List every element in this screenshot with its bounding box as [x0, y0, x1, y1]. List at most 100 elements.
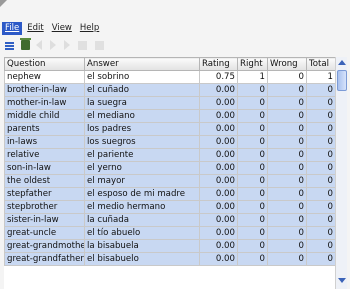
scroll-up-icon[interactable]	[338, 60, 346, 65]
table-cell-question[interactable]: nephew	[4, 70, 85, 84]
table-cell-right[interactable]: 0	[237, 239, 268, 253]
table-cell-wrong[interactable]: 0	[267, 83, 307, 97]
table-cell-right[interactable]: 0	[237, 174, 268, 188]
table-cell-rating[interactable]: 0.00	[199, 239, 238, 253]
column-header-wrong[interactable]: Wrong	[267, 57, 307, 71]
table-cell-answer[interactable]: el sobrino	[84, 70, 200, 84]
menu-file[interactable]: File	[2, 21, 23, 35]
table-cell-answer[interactable]: el mediano	[84, 109, 200, 123]
scroll-down-icon[interactable]	[338, 278, 346, 283]
table-cell-question[interactable]: stepfather	[4, 187, 85, 201]
table-cell-total[interactable]: 0	[306, 83, 336, 97]
table-cell-rating[interactable]: 0.00	[199, 174, 238, 188]
table-row[interactable]: in-laws los suegros 0.00 0 0 0	[4, 135, 336, 149]
table-cell-right[interactable]: 0	[237, 96, 268, 110]
table-row[interactable]: nephew el sobrino 0.75 1 0 1	[4, 70, 336, 84]
table-cell-answer[interactable]: el mayor	[84, 174, 200, 188]
table-row[interactable]: son-in-law el yerno 0.00 0 0 0	[4, 161, 336, 175]
table-cell-rating[interactable]: 0.00	[199, 122, 238, 136]
column-header-question[interactable]: Question	[4, 57, 85, 71]
table-cell-wrong[interactable]: 0	[267, 135, 307, 149]
table-cell-rating[interactable]: 0.00	[199, 187, 238, 201]
table-cell-right[interactable]: 0	[237, 83, 268, 97]
table-cell-right[interactable]: 0	[237, 109, 268, 123]
table-cell-answer[interactable]: la bisabuela	[84, 239, 200, 253]
column-header-right[interactable]: Right	[237, 57, 268, 71]
table-cell-total[interactable]: 0	[306, 135, 336, 149]
table-cell-rating[interactable]: 0.00	[199, 161, 238, 175]
table-cell-rating[interactable]: 0.00	[199, 252, 238, 266]
table-cell-right[interactable]: 1	[237, 70, 268, 84]
trash-icon[interactable]	[20, 38, 31, 50]
table-cell-wrong[interactable]: 0	[267, 161, 307, 175]
table-cell-answer[interactable]: el tío abuelo	[84, 226, 200, 240]
table-row[interactable]: relative el pariente 0.00 0 0 0	[4, 148, 336, 162]
table-cell-answer[interactable]: la cuñada	[84, 213, 200, 227]
table-cell-right[interactable]: 0	[237, 213, 268, 227]
table-cell-answer[interactable]: los suegros	[84, 135, 200, 149]
column-header-answer[interactable]: Answer	[84, 57, 200, 71]
table-cell-rating[interactable]: 0.75	[199, 70, 238, 84]
menu-view[interactable]: View	[49, 22, 75, 35]
table-row[interactable]: stepbrother el medio hermano 0.00 0 0 0	[4, 200, 336, 214]
table-cell-question[interactable]: middle child	[4, 109, 85, 123]
table-cell-wrong[interactable]: 0	[267, 122, 307, 136]
table-cell-right[interactable]: 0	[237, 226, 268, 240]
table-cell-answer[interactable]: los padres	[84, 122, 200, 136]
table-cell-wrong[interactable]: 0	[267, 109, 307, 123]
table-cell-question[interactable]: stepbrother	[4, 200, 85, 214]
table-cell-total[interactable]: 0	[306, 200, 336, 214]
table-cell-total[interactable]: 0	[306, 239, 336, 253]
table-cell-total[interactable]: 0	[306, 122, 336, 136]
table-cell-wrong[interactable]: 0	[267, 148, 307, 162]
menu-help[interactable]: Help	[77, 22, 102, 35]
table-cell-rating[interactable]: 0.00	[199, 148, 238, 162]
table-row[interactable]: sister-in-law la cuñada 0.00 0 0 0	[4, 213, 336, 227]
table-cell-question[interactable]: great-grandfather	[4, 252, 85, 266]
table-cell-question[interactable]: son-in-law	[4, 161, 85, 175]
table-cell-total[interactable]: 0	[306, 96, 336, 110]
table-cell-question[interactable]: mother-in-law	[4, 96, 85, 110]
table-cell-total[interactable]: 0	[306, 148, 336, 162]
table-cell-answer[interactable]: el yerno	[84, 161, 200, 175]
table-cell-total[interactable]: 0	[306, 161, 336, 175]
table-row[interactable]: great-grandfather el bisabuelo 0.00 0 0 0	[4, 252, 336, 266]
table-cell-total[interactable]: 0	[306, 109, 336, 123]
table-cell-wrong[interactable]: 0	[267, 187, 307, 201]
table-cell-question[interactable]: sister-in-law	[4, 213, 85, 227]
table-cell-answer[interactable]: el bisabuelo	[84, 252, 200, 266]
list-icon[interactable]	[4, 40, 15, 51]
table-cell-answer[interactable]: el medio hermano	[84, 200, 200, 214]
table-cell-total[interactable]: 0	[306, 187, 336, 201]
table-cell-rating[interactable]: 0.00	[199, 83, 238, 97]
table-cell-rating[interactable]: 0.00	[199, 226, 238, 240]
table-cell-question[interactable]: the oldest	[4, 174, 85, 188]
table-row[interactable]: brother-in-law el cuñado 0.00 0 0 0	[4, 83, 336, 97]
table-cell-right[interactable]: 0	[237, 252, 268, 266]
table-row[interactable]: mother-in-law la suegra 0.00 0 0 0	[4, 96, 336, 110]
table-cell-question[interactable]: great-grandmother	[4, 239, 85, 253]
table-cell-wrong[interactable]: 0	[267, 213, 307, 227]
table-cell-rating[interactable]: 0.00	[199, 200, 238, 214]
table-cell-wrong[interactable]: 0	[267, 200, 307, 214]
table-row[interactable]: great-grandmother la bisabuela 0.00 0 0 0	[4, 239, 336, 253]
table-cell-right[interactable]: 0	[237, 135, 268, 149]
table-cell-question[interactable]: brother-in-law	[4, 83, 85, 97]
table-cell-wrong[interactable]: 0	[267, 226, 307, 240]
table-cell-answer[interactable]: el pariente	[84, 148, 200, 162]
table-cell-total[interactable]: 0	[306, 226, 336, 240]
column-header-total[interactable]: Total	[306, 57, 336, 71]
table-cell-right[interactable]: 0	[237, 122, 268, 136]
table-cell-rating[interactable]: 0.00	[199, 213, 238, 227]
table-cell-right[interactable]: 0	[237, 161, 268, 175]
table-cell-question[interactable]: relative	[4, 148, 85, 162]
column-header-rating[interactable]: Rating	[199, 57, 238, 71]
table-cell-question[interactable]: in-laws	[4, 135, 85, 149]
menu-edit[interactable]: Edit	[24, 22, 46, 35]
table-cell-wrong[interactable]: 0	[267, 174, 307, 188]
table-cell-rating[interactable]: 0.00	[199, 135, 238, 149]
table-cell-total[interactable]: 1	[306, 70, 336, 84]
resize-corner[interactable]	[0, 0, 7, 7]
table-cell-total[interactable]: 0	[306, 174, 336, 188]
table-cell-right[interactable]: 0	[237, 187, 268, 201]
